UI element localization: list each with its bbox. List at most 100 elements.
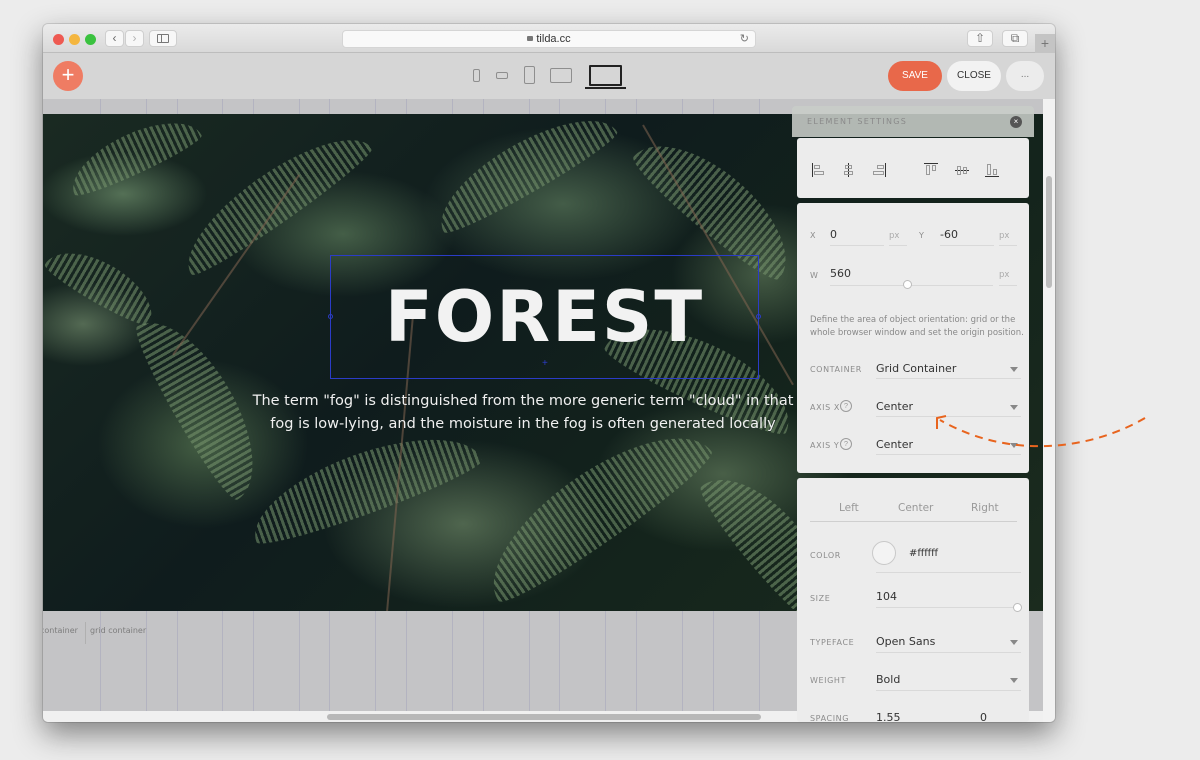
w-input[interactable]: 560 xyxy=(830,267,851,280)
weight-select[interactable]: Bold xyxy=(876,673,900,686)
tabs-icon: ⧉ xyxy=(1010,31,1020,45)
share-icon: ⇧ xyxy=(974,31,986,45)
question-mark: ? xyxy=(843,439,849,448)
text-align-left-tab[interactable]: Left xyxy=(839,502,859,514)
question-mark: ? xyxy=(843,401,849,410)
browser-titlebar: ‹ › tilda.cc ↻ ⇧ ⧉ + xyxy=(43,24,1055,53)
back-button[interactable]: ‹ xyxy=(105,30,124,47)
color-swatch[interactable] xyxy=(872,541,896,565)
select-underline xyxy=(876,454,1021,455)
lock-icon xyxy=(527,36,534,41)
axis-x-select[interactable]: Center xyxy=(876,400,913,413)
container-description: Define the area of object orientation: g… xyxy=(810,315,1024,338)
close-button[interactable]: CLOSE xyxy=(947,61,1001,91)
axis-x-label: AXIS X xyxy=(810,403,841,412)
x-underline xyxy=(830,245,884,246)
new-tab-button[interactable]: + xyxy=(1035,34,1055,53)
typeface-select[interactable]: Open Sans xyxy=(876,635,935,648)
x-label: X xyxy=(810,231,817,240)
grid-container-label: grid container xyxy=(90,626,147,635)
axis-y-label: AXIS Y xyxy=(810,441,840,450)
align-left-icon[interactable] xyxy=(812,163,826,177)
align-right-icon[interactable] xyxy=(872,163,886,177)
hero-description-line: fog is low-lying, and the moisture in th… xyxy=(270,416,776,432)
share-button[interactable]: ⇧ xyxy=(967,30,993,47)
chevron-down-icon[interactable] xyxy=(1010,367,1018,372)
panel-title: ELEMENT SETTINGS xyxy=(807,117,908,126)
tablet-landscape-icon[interactable] xyxy=(550,68,572,83)
save-button[interactable]: SAVE xyxy=(888,61,942,91)
w-slider-knob[interactable] xyxy=(903,280,912,289)
tablet-portrait-icon[interactable] xyxy=(524,66,535,84)
hero-title[interactable]: FOREST xyxy=(330,277,759,357)
help-icon[interactable]: ? xyxy=(840,400,852,412)
plus-icon: + xyxy=(61,62,75,87)
select-underline xyxy=(876,690,1021,691)
help-icon[interactable]: ? xyxy=(840,438,852,450)
show-tabs-button[interactable]: ⧉ xyxy=(1002,30,1028,47)
chevron-down-icon[interactable] xyxy=(1010,443,1018,448)
divider xyxy=(999,245,1017,246)
letter-spacing-input[interactable]: 0 xyxy=(980,711,987,722)
size-slider-track[interactable] xyxy=(876,607,1016,608)
typography-card: Left Center Right COLOR #ffffff SIZE 104… xyxy=(797,478,1029,722)
line-spacing-input[interactable]: 1.55 xyxy=(876,711,901,722)
size-label: SIZE xyxy=(810,594,831,603)
fern-leaf xyxy=(423,114,623,241)
x-input[interactable]: 0 xyxy=(830,228,837,241)
more-button[interactable]: ... xyxy=(1006,61,1044,91)
chevron-down-icon[interactable] xyxy=(1010,640,1018,645)
size-input[interactable]: 104 xyxy=(876,590,897,603)
horizontal-scroll-thumb[interactable] xyxy=(327,714,761,720)
forward-button[interactable]: › xyxy=(125,30,144,47)
maximize-window-button[interactable] xyxy=(85,34,96,45)
color-input[interactable]: #ffffff xyxy=(909,548,938,559)
phone-landscape-icon[interactable] xyxy=(496,72,508,79)
chevron-down-icon[interactable] xyxy=(1010,405,1018,410)
align-bottom-icon[interactable] xyxy=(985,163,999,177)
align-top-icon[interactable] xyxy=(924,163,938,177)
sidebar-toggle-button[interactable] xyxy=(149,30,177,47)
label-divider xyxy=(85,622,86,644)
panel-close-button[interactable]: × xyxy=(1010,116,1022,128)
sidebar-icon xyxy=(157,34,169,43)
text-align-right-tab[interactable]: Right xyxy=(971,502,999,514)
close-window-button[interactable] xyxy=(53,34,64,45)
hero-description-line: The term "fog" is distinguished from the… xyxy=(252,393,794,409)
select-underline xyxy=(876,378,1021,379)
color-label: COLOR xyxy=(810,551,841,560)
typeface-label: TYPEFACE xyxy=(810,638,855,647)
axis-y-select[interactable]: Center xyxy=(876,438,913,451)
w-label: W xyxy=(810,271,819,280)
align-middle-vertical-icon[interactable] xyxy=(955,163,969,177)
close-icon: × xyxy=(1013,117,1019,126)
phone-portrait-icon[interactable] xyxy=(473,69,480,82)
plus-icon: + xyxy=(1040,35,1050,51)
vertical-scroll-thumb[interactable] xyxy=(1046,176,1052,288)
weight-label: WEIGHT xyxy=(810,676,847,685)
desktop-icon[interactable] xyxy=(589,65,622,86)
select-underline xyxy=(876,652,1021,653)
fern-leaf xyxy=(43,236,165,332)
container-label: container xyxy=(43,626,78,635)
chevron-left-icon: ‹ xyxy=(112,31,117,45)
vertical-scrollbar[interactable] xyxy=(1043,99,1055,722)
x-unit: px xyxy=(889,231,900,241)
container-select[interactable]: Grid Container xyxy=(876,362,956,375)
url-text: tilda.cc xyxy=(536,33,571,45)
reload-icon[interactable]: ↻ xyxy=(740,31,749,47)
panel-header: ELEMENT SETTINGS × xyxy=(792,106,1034,137)
y-input[interactable]: -60 xyxy=(940,228,958,241)
text-align-center-tab[interactable]: Center xyxy=(898,502,933,514)
origin-crosshair-icon: + xyxy=(542,358,548,369)
minimize-window-button[interactable] xyxy=(69,34,80,45)
address-bar[interactable]: tilda.cc ↻ xyxy=(342,30,756,48)
y-underline xyxy=(940,245,994,246)
hero-description[interactable]: The term "fog" is distinguished from the… xyxy=(243,390,803,436)
add-element-button[interactable]: + xyxy=(53,61,83,91)
align-center-horizontal-icon[interactable] xyxy=(842,163,856,177)
spacing-label: SPACING xyxy=(810,714,850,722)
container-label: CONTAINER xyxy=(810,365,862,374)
size-slider-knob[interactable] xyxy=(1013,603,1022,612)
chevron-down-icon[interactable] xyxy=(1010,678,1018,683)
